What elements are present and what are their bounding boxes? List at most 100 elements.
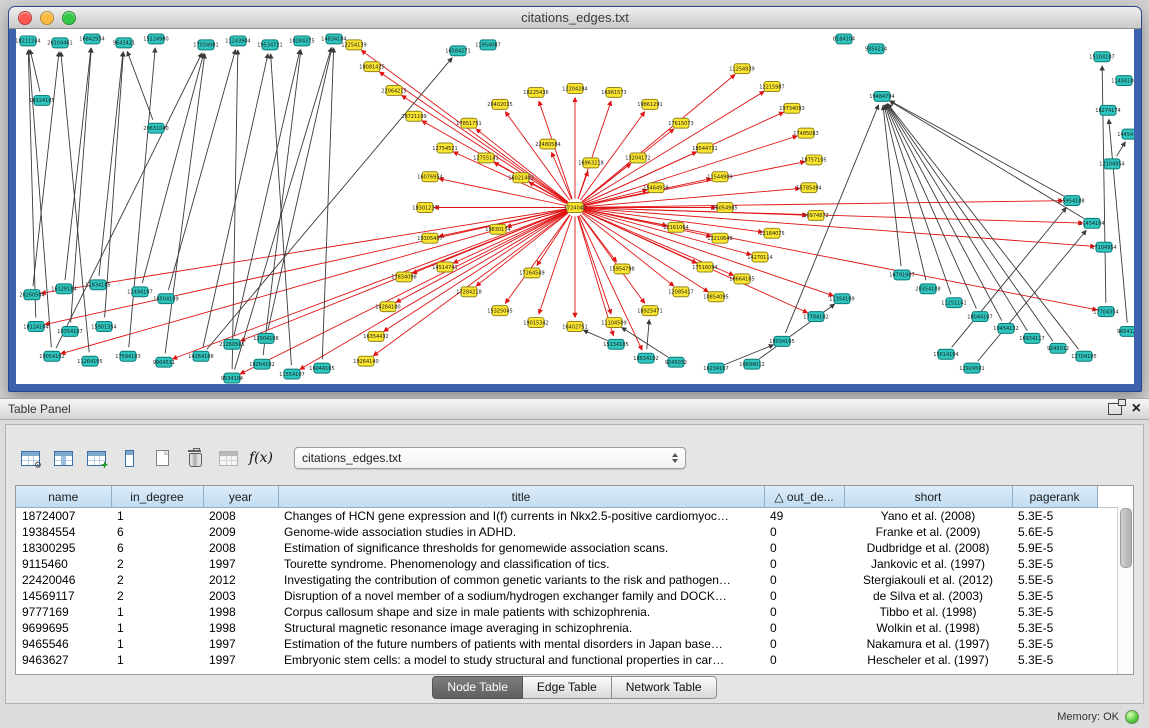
table-cell[interactable]: 9465546 xyxy=(16,636,111,652)
graph-node[interactable]: 16128104 xyxy=(51,284,76,294)
graph-node[interactable]: 11264105 xyxy=(77,356,102,366)
minimize-window-button[interactable] xyxy=(40,11,54,25)
table-cell[interactable]: Genome-wide association studies in ADHD. xyxy=(278,524,764,540)
table-cell[interactable]: 0 xyxy=(764,620,844,636)
table-cell[interactable]: Tibbo et al. (1998) xyxy=(844,604,1012,620)
table-row[interactable]: 2242004622012Investigating the contribut… xyxy=(16,572,1120,588)
table-cell[interactable]: 2012 xyxy=(203,572,278,588)
close-window-button[interactable] xyxy=(18,11,32,25)
graph-node[interactable]: 17264549 xyxy=(519,268,544,278)
graph-node[interactable]: 16504109 xyxy=(153,294,178,304)
graph-node[interactable]: 19264140 xyxy=(353,356,378,366)
graph-node[interactable]: 10284375 xyxy=(289,36,314,46)
table-cell[interactable]: 2 xyxy=(111,572,203,588)
table-cell[interactable]: 2 xyxy=(111,588,203,604)
graph-node[interactable]: 14284100 xyxy=(375,302,400,312)
graph-node[interactable]: 11251141 xyxy=(941,298,966,308)
graph-node[interactable]: 17851751 xyxy=(456,118,481,128)
graph-node[interactable]: 17594103 xyxy=(115,351,140,361)
graph-node[interactable]: 16584271 xyxy=(445,46,470,56)
table-panel-header[interactable]: Table Panel × xyxy=(0,399,1149,420)
table-cell[interactable]: 5.5E-5 xyxy=(1012,572,1097,588)
scrollbar-thumb[interactable] xyxy=(1120,508,1132,568)
single-column-button[interactable] xyxy=(115,445,143,471)
graph-node[interactable]: 14454103 xyxy=(1117,129,1134,139)
graph-node[interactable]: 9904511 xyxy=(153,357,175,367)
table-mode-button[interactable]: ⚙ xyxy=(16,445,44,471)
table-cell[interactable]: 5.3E-5 xyxy=(1012,604,1097,620)
graph-node[interactable]: 16842934 xyxy=(79,34,104,44)
graph-node[interactable]: 18274174 xyxy=(1095,105,1120,115)
graph-node[interactable]: 14834184 xyxy=(321,34,346,44)
graph-node[interactable]: 11544909 xyxy=(707,172,732,182)
close-panel-icon[interactable]: × xyxy=(1132,401,1141,417)
graph-node[interactable]: 18544731 xyxy=(692,143,717,153)
graph-node[interactable]: 13204172 xyxy=(625,153,650,163)
table-cell[interactable]: Investigating the contribution of common… xyxy=(278,572,764,588)
graph-node[interactable]: 9245012 xyxy=(1047,343,1069,353)
graph-node[interactable]: 11254939 xyxy=(729,64,754,74)
graph-node[interactable]: 13210648 xyxy=(707,233,732,243)
graph-node[interactable]: 12494107 xyxy=(127,287,152,297)
graph-node[interactable]: 12085417 xyxy=(668,287,693,297)
network-canvas[interactable]: 1724040 16054985 11544909 18544731 17615073 1… xyxy=(16,29,1134,384)
table-cell[interactable]: Structural magnetic resonance image aver… xyxy=(278,620,764,636)
graph-node[interactable]: 19534721 xyxy=(257,40,282,50)
graph-node[interactable]: 9454120 xyxy=(1117,326,1134,336)
table-row[interactable]: 1938455462009Genome-wide association stu… xyxy=(16,524,1120,540)
graph-node[interactable]: 14264108 xyxy=(188,351,213,361)
table-cell[interactable]: 5.3E-5 xyxy=(1012,556,1097,572)
table-cell[interactable]: 1 xyxy=(111,604,203,620)
graph-node[interactable]: 16963218 xyxy=(578,158,603,168)
graph-node[interactable]: 16402751 xyxy=(562,322,587,332)
table-cell[interactable]: 0 xyxy=(764,556,844,572)
graph-node[interactable]: 15785494 xyxy=(796,183,821,193)
tab-network-table[interactable]: Network Table xyxy=(612,676,717,699)
graph-node[interactable]: 10974872 xyxy=(803,210,828,220)
graph-node[interactable]: 18301237 xyxy=(412,203,437,213)
graph-node[interactable]: 17284218 xyxy=(456,287,481,297)
table-cell[interactable]: 1998 xyxy=(203,604,278,620)
table-cell[interactable]: 5.3E-5 xyxy=(1012,620,1097,636)
column-header-2[interactable]: year xyxy=(203,486,278,508)
graph-node[interactable]: 9534104 xyxy=(221,373,243,383)
table-cell[interactable]: Franke et al. (2009) xyxy=(844,524,1012,540)
graph-node[interactable]: 15325045 xyxy=(487,306,512,316)
graph-node[interactable]: 9245032 xyxy=(665,357,687,367)
graph-node[interactable]: 11484100 xyxy=(1111,76,1134,86)
table-cell[interactable]: 2003 xyxy=(203,588,278,604)
table-row[interactable]: 946362711997Embryonic stem cells: a mode… xyxy=(16,652,1120,668)
column-header-5[interactable]: short xyxy=(844,486,1012,508)
graph-node[interactable]: 11554107 xyxy=(279,369,304,379)
graph-node[interactable]: 12164075 xyxy=(759,228,784,238)
table-cell[interactable]: 49 xyxy=(764,508,844,525)
graph-node[interactable]: 16961573 xyxy=(601,88,626,98)
graph-node[interactable]: 19305407 xyxy=(417,233,442,243)
table-cell[interactable]: Estimation of significance thresholds fo… xyxy=(278,540,764,556)
table-cell[interactable]: 5.3E-5 xyxy=(1012,636,1097,652)
graph-node[interactable]: 12204284 xyxy=(562,84,587,94)
graph-node[interactable]: 15901354 xyxy=(91,322,116,332)
graph-node[interactable]: 22480584 xyxy=(535,139,560,149)
table-cell[interactable]: 0 xyxy=(764,604,844,620)
graph-node[interactable]: 18081425 xyxy=(359,62,384,72)
graph-node[interactable]: 12755141 xyxy=(473,153,498,163)
table-cell[interactable]: 0 xyxy=(764,540,844,556)
graph-node[interactable]: 10854095 xyxy=(703,292,728,302)
table-cell[interactable]: 1998 xyxy=(203,620,278,636)
graph-node[interactable]: 17104954 xyxy=(1091,242,1116,252)
graph-node[interactable]: 11454104 xyxy=(1079,218,1104,228)
zoom-window-button[interactable] xyxy=(62,11,76,25)
table-cell[interactable]: 0 xyxy=(764,652,844,668)
graph-node[interactable]: 16044105 xyxy=(309,363,334,373)
graph-node[interactable]: 12754521 xyxy=(432,143,457,153)
graph-node[interactable]: 20631040 xyxy=(143,123,168,133)
graph-node[interactable]: 20260504 xyxy=(19,290,44,300)
graph-node[interactable]: 16054985 xyxy=(712,203,737,213)
graph-node[interactable]: 10694012 xyxy=(739,359,764,369)
graph-node[interactable]: 1724040 xyxy=(564,203,586,213)
table-cell[interactable]: 5.9E-5 xyxy=(1012,540,1097,556)
table-cell[interactable]: 9463627 xyxy=(16,652,111,668)
graph-node[interactable]: 17615073 xyxy=(668,118,693,128)
graph-node[interactable]: 15104107 xyxy=(1089,52,1114,62)
